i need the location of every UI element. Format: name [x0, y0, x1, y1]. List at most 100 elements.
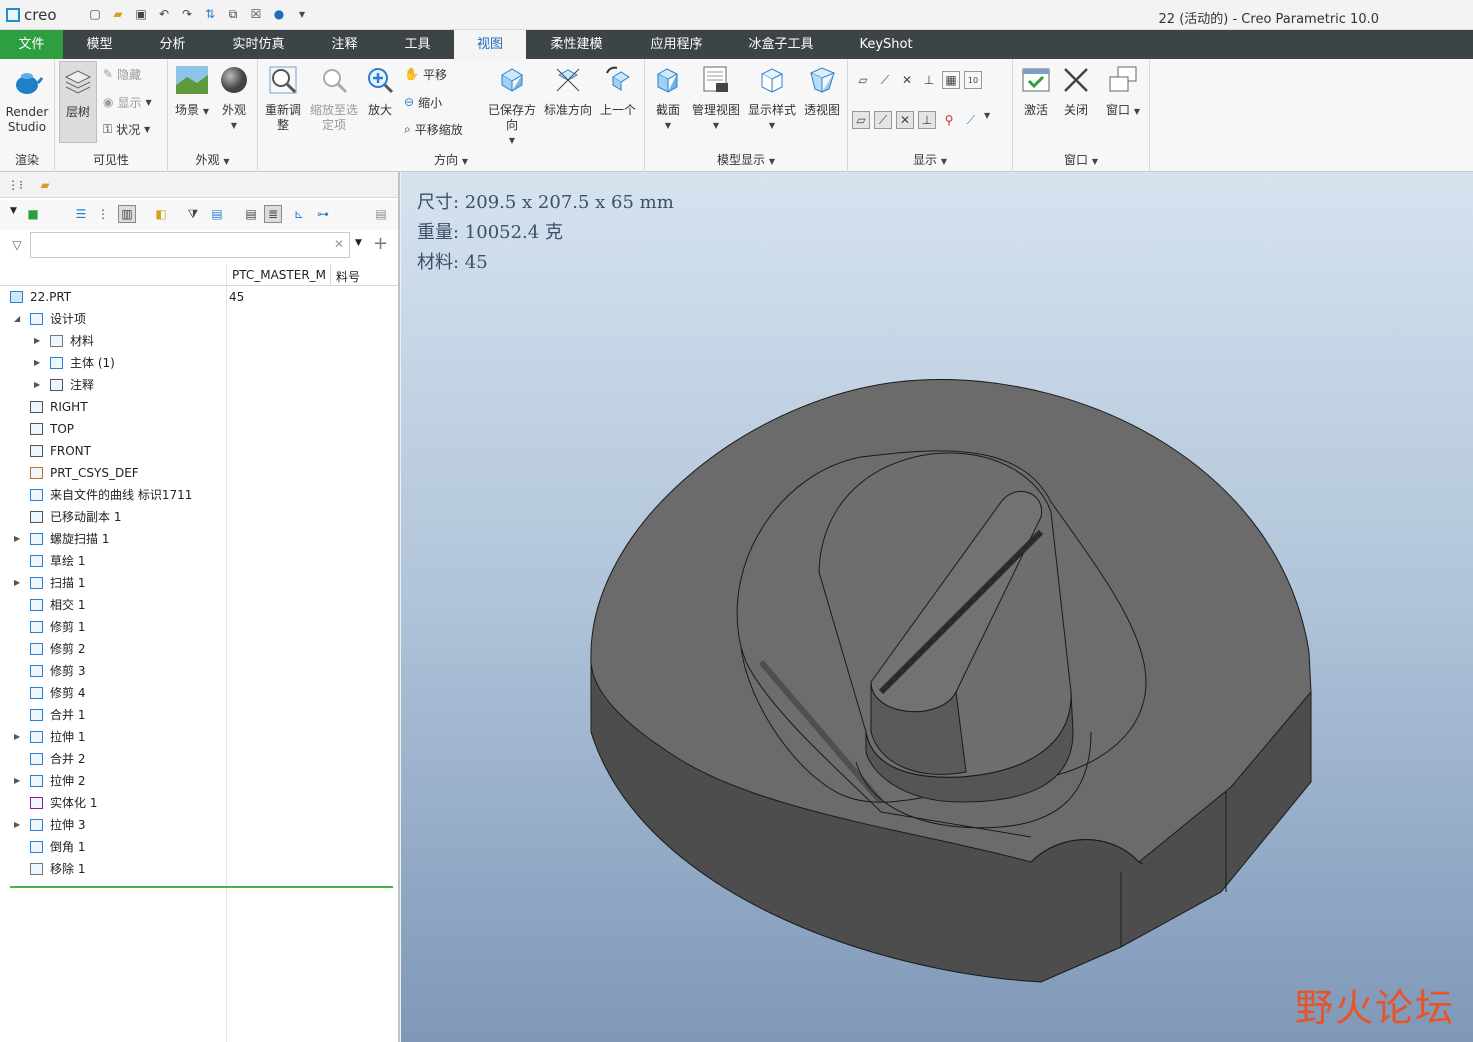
manage-views-button[interactable]: 管理视图 ▼ [689, 65, 743, 133]
relations-icon[interactable]: ⊾ [290, 205, 308, 223]
tree-row[interactable]: ▶ 拉伸 1 [0, 726, 398, 748]
previous-orientation-button[interactable]: 上一个 [596, 65, 640, 118]
tab-3[interactable]: 实时仿真 [209, 30, 308, 59]
clear-search-icon[interactable]: ✕ [334, 237, 344, 251]
graphics-viewport[interactable]: 尺寸: 209.5 x 207.5 x 65 mm 重量: 10052.4 克 … [401, 172, 1473, 1042]
tree-row[interactable]: 草绘 1 [0, 550, 398, 572]
tree-row[interactable]: 已移动副本 1 [0, 506, 398, 528]
tree-row[interactable]: ▶ 拉伸 3 [0, 814, 398, 836]
render-studio-button[interactable]: Render Studio [3, 65, 51, 135]
plane-tag-display-icon[interactable]: ⏥ [852, 111, 870, 129]
tree-row[interactable]: ▶ 螺旋扫描 1 [0, 528, 398, 550]
show-list-icon[interactable]: ▤ [242, 205, 260, 223]
tab-4[interactable]: 注释 [308, 30, 381, 59]
collapsed-arrow-icon[interactable]: ▶ [14, 528, 20, 550]
chevron-down-icon[interactable]: ▼ [10, 206, 17, 216]
point-tag-display-icon[interactable]: ✕ [896, 111, 914, 129]
tree-row[interactable]: ▶ 扫描 1 [0, 572, 398, 594]
scene-button[interactable]: 场景 ▼ [172, 65, 212, 119]
tab-2[interactable]: 分析 [136, 30, 209, 59]
tab-9[interactable]: 冰盒子工具 [726, 30, 836, 59]
saved-orientation-button[interactable]: 已保存方向 ▼ [486, 65, 538, 148]
model-tree-tab-icon[interactable]: ⋮⁝ [6, 176, 24, 194]
tab-10[interactable]: KeyShot [836, 30, 936, 59]
dimension-tag-icon[interactable]: 10 [964, 71, 982, 89]
tree-row[interactable]: 移除 1 [0, 858, 398, 880]
tree-list-icon[interactable]: ☰ [72, 205, 90, 223]
collapsed-arrow-icon[interactable]: ▶ [34, 330, 40, 352]
part-model[interactable] [401, 172, 1473, 1042]
tree-columns-icon[interactable]: ⋮ [94, 205, 112, 223]
tree-row[interactable]: 合并 2 [0, 748, 398, 770]
tree-row[interactable]: 修剪 4 [0, 682, 398, 704]
open-icon[interactable]: ▰ [109, 5, 127, 23]
tree-row[interactable]: 实体化 1 [0, 792, 398, 814]
tree-row[interactable]: ▶ 拉伸 2 [0, 770, 398, 792]
section-button[interactable]: 截面 ▼ [649, 65, 687, 133]
zoom-to-selected-button[interactable]: 缩放至选定项 [308, 65, 360, 133]
tree-row[interactable]: ▶ 材料 [0, 330, 398, 352]
add-filter-icon[interactable]: + [373, 233, 388, 254]
tree-root-row[interactable]: 22.PRT 45 [0, 286, 398, 308]
pan-button[interactable]: ✋ 平移 [404, 65, 447, 83]
point-display-icon[interactable]: ✕ [898, 71, 916, 89]
collapsed-arrow-icon[interactable]: ▶ [34, 352, 40, 374]
chevron-down-icon[interactable]: ▼ [984, 111, 990, 129]
expanded-arrow-icon[interactable]: ◢ [14, 308, 20, 330]
plane-display-icon[interactable]: ⏥ [854, 71, 872, 89]
tree-row[interactable]: ▶ 主体 (1) [0, 352, 398, 374]
close-button[interactable]: 关闭 [1057, 65, 1095, 118]
refit-button[interactable]: 重新调整 [262, 65, 304, 133]
tree-row[interactable]: 倒角 1 [0, 836, 398, 858]
plane-tag-icon[interactable]: ▦ [942, 71, 960, 89]
status-button[interactable]: ⚿ 状况 ▼ [103, 120, 150, 138]
tree-columns-setup-icon[interactable]: ▤ [208, 205, 226, 223]
redo-icon[interactable]: ↷ [178, 5, 196, 23]
spin-center-icon[interactable]: ⚲ [940, 111, 958, 129]
display-style-button[interactable]: 显示样式 ▼ [745, 65, 799, 133]
tree-insert-indicator[interactable] [10, 886, 393, 888]
tree-row[interactable]: FRONT [0, 440, 398, 462]
folder-browser-tab-icon[interactable]: ▰ [36, 176, 54, 194]
zoom-out-button[interactable]: ⊖ 缩小 [404, 93, 442, 111]
tree-row[interactable]: 修剪 1 [0, 616, 398, 638]
tree-row[interactable]: ▶ 注释 [0, 374, 398, 396]
tree-row[interactable]: 相交 1 [0, 594, 398, 616]
collapsed-arrow-icon[interactable]: ▶ [14, 726, 20, 748]
tab-6[interactable]: 视图 [454, 30, 526, 59]
windows-icon[interactable]: ⧉ [224, 5, 242, 23]
search-options-chevron-icon[interactable]: ▼ [355, 238, 362, 248]
layer-tree-button[interactable]: 层树 [59, 61, 97, 143]
csys-tag-display-icon[interactable]: ⊥ [918, 111, 936, 129]
tree-search-input[interactable]: ✕ [30, 232, 350, 258]
undo-icon[interactable]: ↶ [155, 5, 173, 23]
tree-row[interactable]: TOP [0, 418, 398, 440]
tree-row[interactable]: 合并 1 [0, 704, 398, 726]
save-icon[interactable]: ▣ [132, 5, 150, 23]
layers-view-icon[interactable]: ≣ [264, 205, 282, 223]
tree-row[interactable]: 来自文件的曲线 标识1711 [0, 484, 398, 506]
annotation-display-icon[interactable]: ⟋ [962, 111, 980, 129]
column-part-number[interactable]: 料号 [336, 268, 360, 285]
customize-qat-icon[interactable]: ▾ [293, 5, 311, 23]
axis-display-icon[interactable]: ⟋ [876, 71, 894, 89]
collapsed-arrow-icon[interactable]: ▶ [14, 814, 20, 836]
hide-button[interactable]: ✎ 隐藏 [103, 65, 141, 83]
zoom-in-button[interactable]: 放大 [362, 65, 398, 118]
notes-icon[interactable]: ▤ [372, 205, 390, 223]
activate-button[interactable]: 激活 [1017, 65, 1055, 118]
tree-row[interactable]: 修剪 3 [0, 660, 398, 682]
tab-0[interactable]: 文件 [0, 30, 63, 59]
pan-zoom-button[interactable]: ⌕ 平移缩放 [404, 120, 463, 138]
tree-row[interactable]: RIGHT [0, 396, 398, 418]
collapsed-arrow-icon[interactable]: ▶ [34, 374, 40, 396]
close-window-icon[interactable]: ☒ [247, 5, 265, 23]
collapsed-arrow-icon[interactable]: ▶ [14, 572, 20, 594]
tab-5[interactable]: 工具 [381, 30, 454, 59]
tree-row[interactable]: PRT_CSYS_DEF [0, 462, 398, 484]
tree-settings-icon[interactable]: ▥ [118, 205, 136, 223]
new-icon[interactable]: ▢ [86, 5, 104, 23]
tree-row[interactable]: ◢ 设计项 [0, 308, 398, 330]
filter-funnel-icon[interactable]: ▽ [8, 236, 26, 254]
tree-row[interactable]: 修剪 2 [0, 638, 398, 660]
